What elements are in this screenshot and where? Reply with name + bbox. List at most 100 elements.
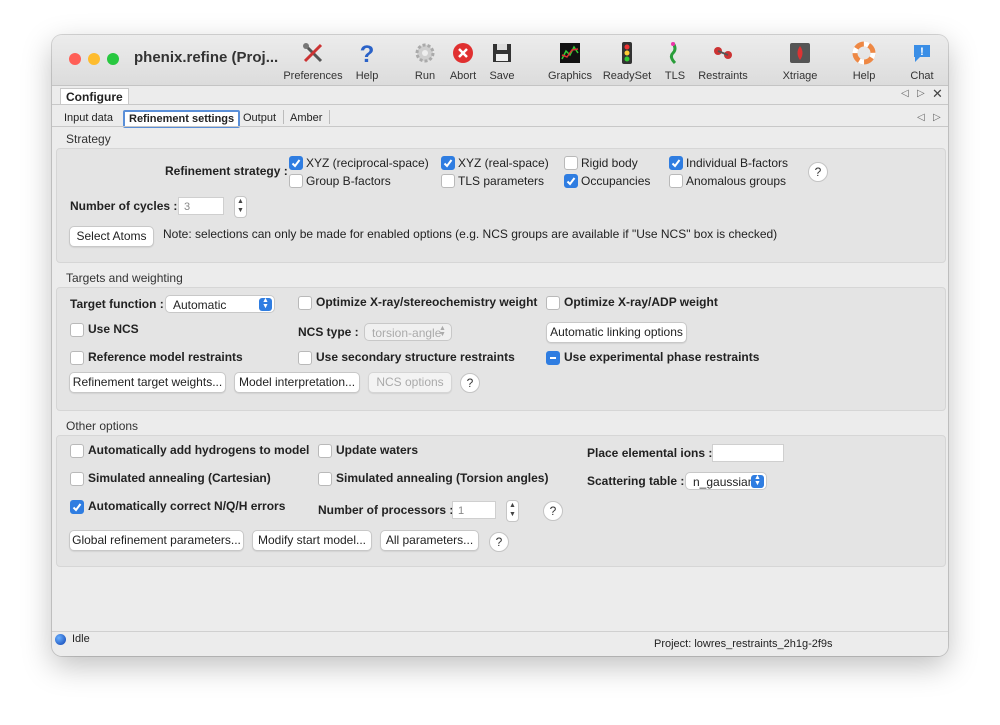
dash-icon	[550, 357, 556, 359]
processors-stepper[interactable]: ▲ ▼	[506, 500, 519, 522]
checkbox-xyz-real[interactable]	[441, 156, 455, 170]
selections-note: Note: selections can only be made for en…	[163, 227, 778, 241]
strategy-section-title: Strategy	[66, 132, 111, 146]
restraints-label: Restraints	[698, 70, 748, 82]
model-interpretation-button[interactable]: Model interpretation...	[234, 372, 360, 393]
global-refinement-parameters-button[interactable]: Global refinement parameters...	[69, 530, 244, 551]
checkbox-tls-parameters[interactable]	[441, 174, 455, 188]
checkbox-rigid-body[interactable]	[564, 156, 578, 170]
checkbox-reference-model[interactable]	[70, 351, 84, 365]
place-ions-input[interactable]	[712, 444, 784, 462]
save-label: Save	[489, 70, 515, 82]
refinement-target-weights-button[interactable]: Refinement target weights...	[69, 372, 226, 393]
label-optimize-xray-adp: Optimize X-ray/ADP weight	[564, 295, 718, 309]
restraints-button[interactable]: Restraints	[691, 41, 755, 82]
label-occupancies: Occupancies	[581, 174, 651, 188]
preferences-icon	[303, 43, 323, 63]
checkbox-optimize-xray-stereo[interactable]	[298, 296, 312, 310]
target-function-select[interactable]: Automatic ▲ ▼	[165, 295, 275, 313]
subtab-line	[52, 126, 948, 127]
select-atoms-button[interactable]: Select Atoms	[69, 226, 154, 247]
svg-text:!: !	[920, 46, 924, 58]
target-function-value: Automatic	[173, 298, 227, 312]
checkbox-secondary-structure[interactable]	[298, 351, 312, 365]
close-window-button[interactable]	[69, 53, 81, 65]
modify-start-model-button[interactable]: Modify start model...	[252, 530, 372, 551]
target-function-label: Target function :	[70, 297, 164, 311]
scroll-right-icon[interactable]: ▷	[933, 112, 941, 123]
processors-label: Number of processors :	[318, 503, 454, 517]
automatic-linking-button[interactable]: Automatic linking options	[546, 322, 687, 343]
checkbox-correct-nqh[interactable]	[70, 500, 84, 514]
cycles-input[interactable]: 3	[178, 197, 224, 215]
tab-amber[interactable]: Amber	[290, 112, 322, 124]
chat-button[interactable]: ! Chat	[890, 41, 948, 82]
cycles-label: Number of cycles :	[70, 199, 178, 213]
tab-output[interactable]: Output	[243, 112, 276, 124]
label-sa-torsion: Simulated annealing (Torsion angles)	[336, 471, 549, 485]
targets-section-title: Targets and weighting	[66, 271, 183, 285]
checkbox-sa-torsion[interactable]	[318, 472, 332, 486]
help-label: Help	[355, 70, 379, 82]
floppy-disk-icon	[493, 44, 511, 62]
processors-input[interactable]: 1	[452, 501, 496, 519]
ncs-options-button: NCS options	[368, 372, 452, 393]
checkbox-anomalous-groups[interactable]	[669, 174, 683, 188]
label-update-waters: Update waters	[336, 443, 419, 457]
targets-help-button[interactable]: ?	[460, 373, 480, 393]
label-group-bfactors: Group B-factors	[306, 174, 391, 188]
checkbox-experimental-phase[interactable]	[546, 351, 560, 365]
save-button[interactable]: Save	[470, 41, 534, 82]
traffic-light-icon	[622, 42, 632, 64]
label-correct-nqh: Automatically correct N/Q/H errors	[88, 499, 286, 513]
checkbox-group-bfactors[interactable]	[289, 174, 303, 188]
other-section-title: Other options	[66, 419, 139, 433]
checkbox-add-hydrogens[interactable]	[70, 444, 84, 458]
checkbox-individual-bfactors[interactable]	[669, 156, 683, 170]
label-optimize-xray-stereo: Optimize X-ray/stereochemistry weight	[316, 295, 538, 309]
label-rigid-body: Rigid body	[581, 156, 638, 170]
next-page-icon[interactable]: ▷	[917, 88, 925, 99]
close-tab-icon[interactable]: ✕	[932, 86, 943, 102]
scattering-table-label: Scattering table :	[587, 474, 685, 488]
checkbox-occupancies[interactable]	[564, 174, 578, 188]
refinement-strategy-label: Refinement strategy :	[165, 164, 288, 178]
tab-input-data[interactable]: Input data	[64, 112, 113, 124]
graphics-label: Graphics	[547, 70, 593, 82]
help-lifebuoy-label: Help	[852, 70, 876, 82]
other-help-button-2[interactable]: ?	[489, 532, 509, 552]
scattering-table-select[interactable]: n_gaussian ▲ ▼	[685, 472, 767, 490]
checkbox-sa-cartesian[interactable]	[70, 472, 84, 486]
prev-page-icon[interactable]: ◁	[901, 88, 909, 99]
minimize-window-button[interactable]	[88, 53, 100, 65]
question-mark-icon: ?	[360, 41, 375, 65]
checkbox-update-waters[interactable]	[318, 444, 332, 458]
label-add-hydrogens: Automatically add hydrogens to model	[88, 443, 310, 457]
label-tls-parameters: TLS parameters	[458, 174, 545, 188]
status-indicator-icon	[55, 634, 66, 645]
svg-text:?: ?	[360, 41, 375, 65]
label-sa-cartesian: Simulated annealing (Cartesian)	[88, 471, 271, 485]
xtriage-button[interactable]: Xtriage	[768, 41, 832, 82]
scroll-left-icon[interactable]: ◁	[917, 112, 925, 123]
label-xyz-reciprocal: XYZ (reciprocal-space)	[306, 156, 429, 170]
help-button[interactable]: ? Help	[335, 41, 399, 82]
checkbox-use-ncs[interactable]	[70, 323, 84, 337]
ncs-type-value: torsion-angle	[372, 326, 442, 340]
checkmark-icon	[443, 159, 453, 168]
help-lifebuoy-button[interactable]: Help	[832, 41, 896, 82]
checkbox-xyz-reciprocal[interactable]	[289, 156, 303, 170]
cycles-stepper[interactable]: ▲ ▼	[234, 196, 247, 218]
zoom-window-button[interactable]	[107, 53, 119, 65]
all-parameters-button[interactable]: All parameters...	[380, 530, 479, 551]
label-reference-model: Reference model restraints	[88, 350, 243, 364]
graphics-button[interactable]: Graphics	[538, 41, 602, 82]
configure-tab[interactable]: Configure	[60, 88, 129, 105]
checkbox-optimize-xray-adp[interactable]	[546, 296, 560, 310]
label-use-ncs: Use NCS	[88, 322, 139, 336]
restraints-icon	[714, 47, 732, 59]
strategy-help-button[interactable]: ?	[808, 162, 828, 182]
lifebuoy-icon	[852, 41, 876, 65]
label-xyz-real: XYZ (real-space)	[458, 156, 549, 170]
other-help-button[interactable]: ?	[543, 501, 563, 521]
